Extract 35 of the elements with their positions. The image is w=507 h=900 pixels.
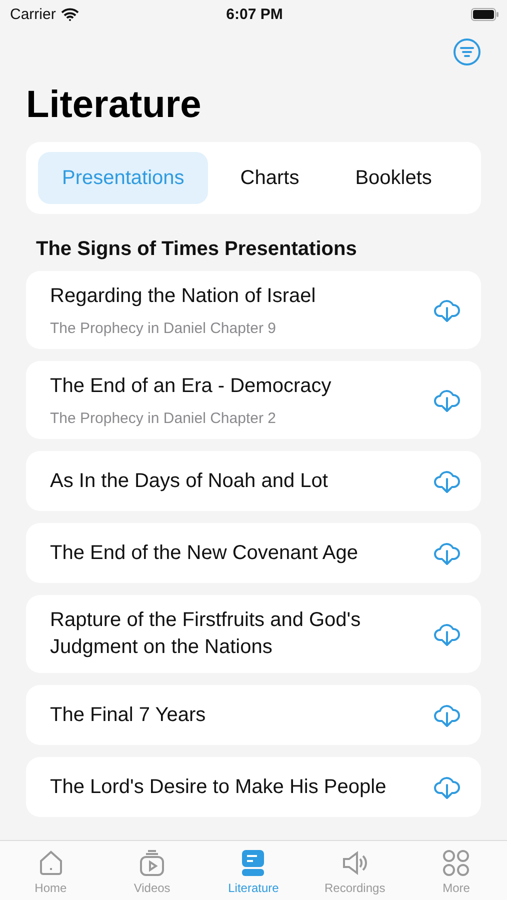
presentation-title: Regarding the Nation of Israel (50, 284, 317, 309)
presentation-title: The Final 7 Years (50, 702, 207, 728)
filter-button[interactable] (453, 38, 481, 66)
presentation-card[interactable]: As In the Days of Noah and Lot (26, 451, 481, 511)
presentation-card[interactable]: The Final 7 Years (26, 685, 481, 745)
presentation-card[interactable]: The End of an Era - Democracy The Prophecy in Daniel Chapter 2 (26, 361, 481, 439)
cloud-download-icon[interactable] (433, 774, 461, 800)
presentation-card[interactable]: The Lord's Desire to Make His People (26, 757, 481, 817)
grid-icon (442, 849, 470, 877)
cloud-download-icon[interactable] (433, 540, 461, 566)
presentation-card[interactable]: Rapture of the Firstfruits and God's Judgment on the Nations (26, 595, 481, 673)
cloud-download-icon[interactable] (433, 702, 461, 728)
segment-tab[interactable]: Booklets (331, 152, 456, 204)
presentation-title: The End of an Era - Democracy (50, 374, 332, 399)
cloud-download-icon[interactable] (433, 297, 461, 323)
cloud-download-icon[interactable] (433, 387, 461, 413)
section-title: The Signs of Times Presentations (35, 237, 358, 262)
status-time: 6:07 PM (225, 6, 284, 22)
presentation-title: The Lord's Desire to Make His People (50, 774, 388, 800)
presentation-card[interactable]: The End of the New Covenant Age (26, 523, 481, 583)
video-icon (138, 849, 166, 877)
presentation-title: Rapture of the Firstfruits and God's Judgment on the Nations (50, 608, 362, 660)
page-title: Literature (25, 83, 202, 128)
presentation-subtitle: The Prophecy in Daniel Chapter 2 (50, 410, 277, 427)
presentation-subtitle: The Prophecy in Daniel Chapter 9 (50, 320, 277, 337)
wifi-icon (60, 8, 79, 20)
battery-icon (471, 8, 499, 20)
speaker-icon (340, 849, 369, 877)
segment-tab[interactable]: Charts (216, 152, 324, 204)
presentation-title: As In the Days of Noah and Lot (50, 468, 329, 494)
presentation-card[interactable]: Regarding the Nation of Israel The Prophecy in Daniel Chapter 9 (26, 271, 481, 349)
cloud-download-icon[interactable] (433, 468, 461, 494)
cloud-download-icon[interactable] (433, 621, 461, 647)
carrier-label: Carrier (10, 6, 56, 22)
presentation-title: The End of the New Covenant Age (50, 540, 359, 566)
